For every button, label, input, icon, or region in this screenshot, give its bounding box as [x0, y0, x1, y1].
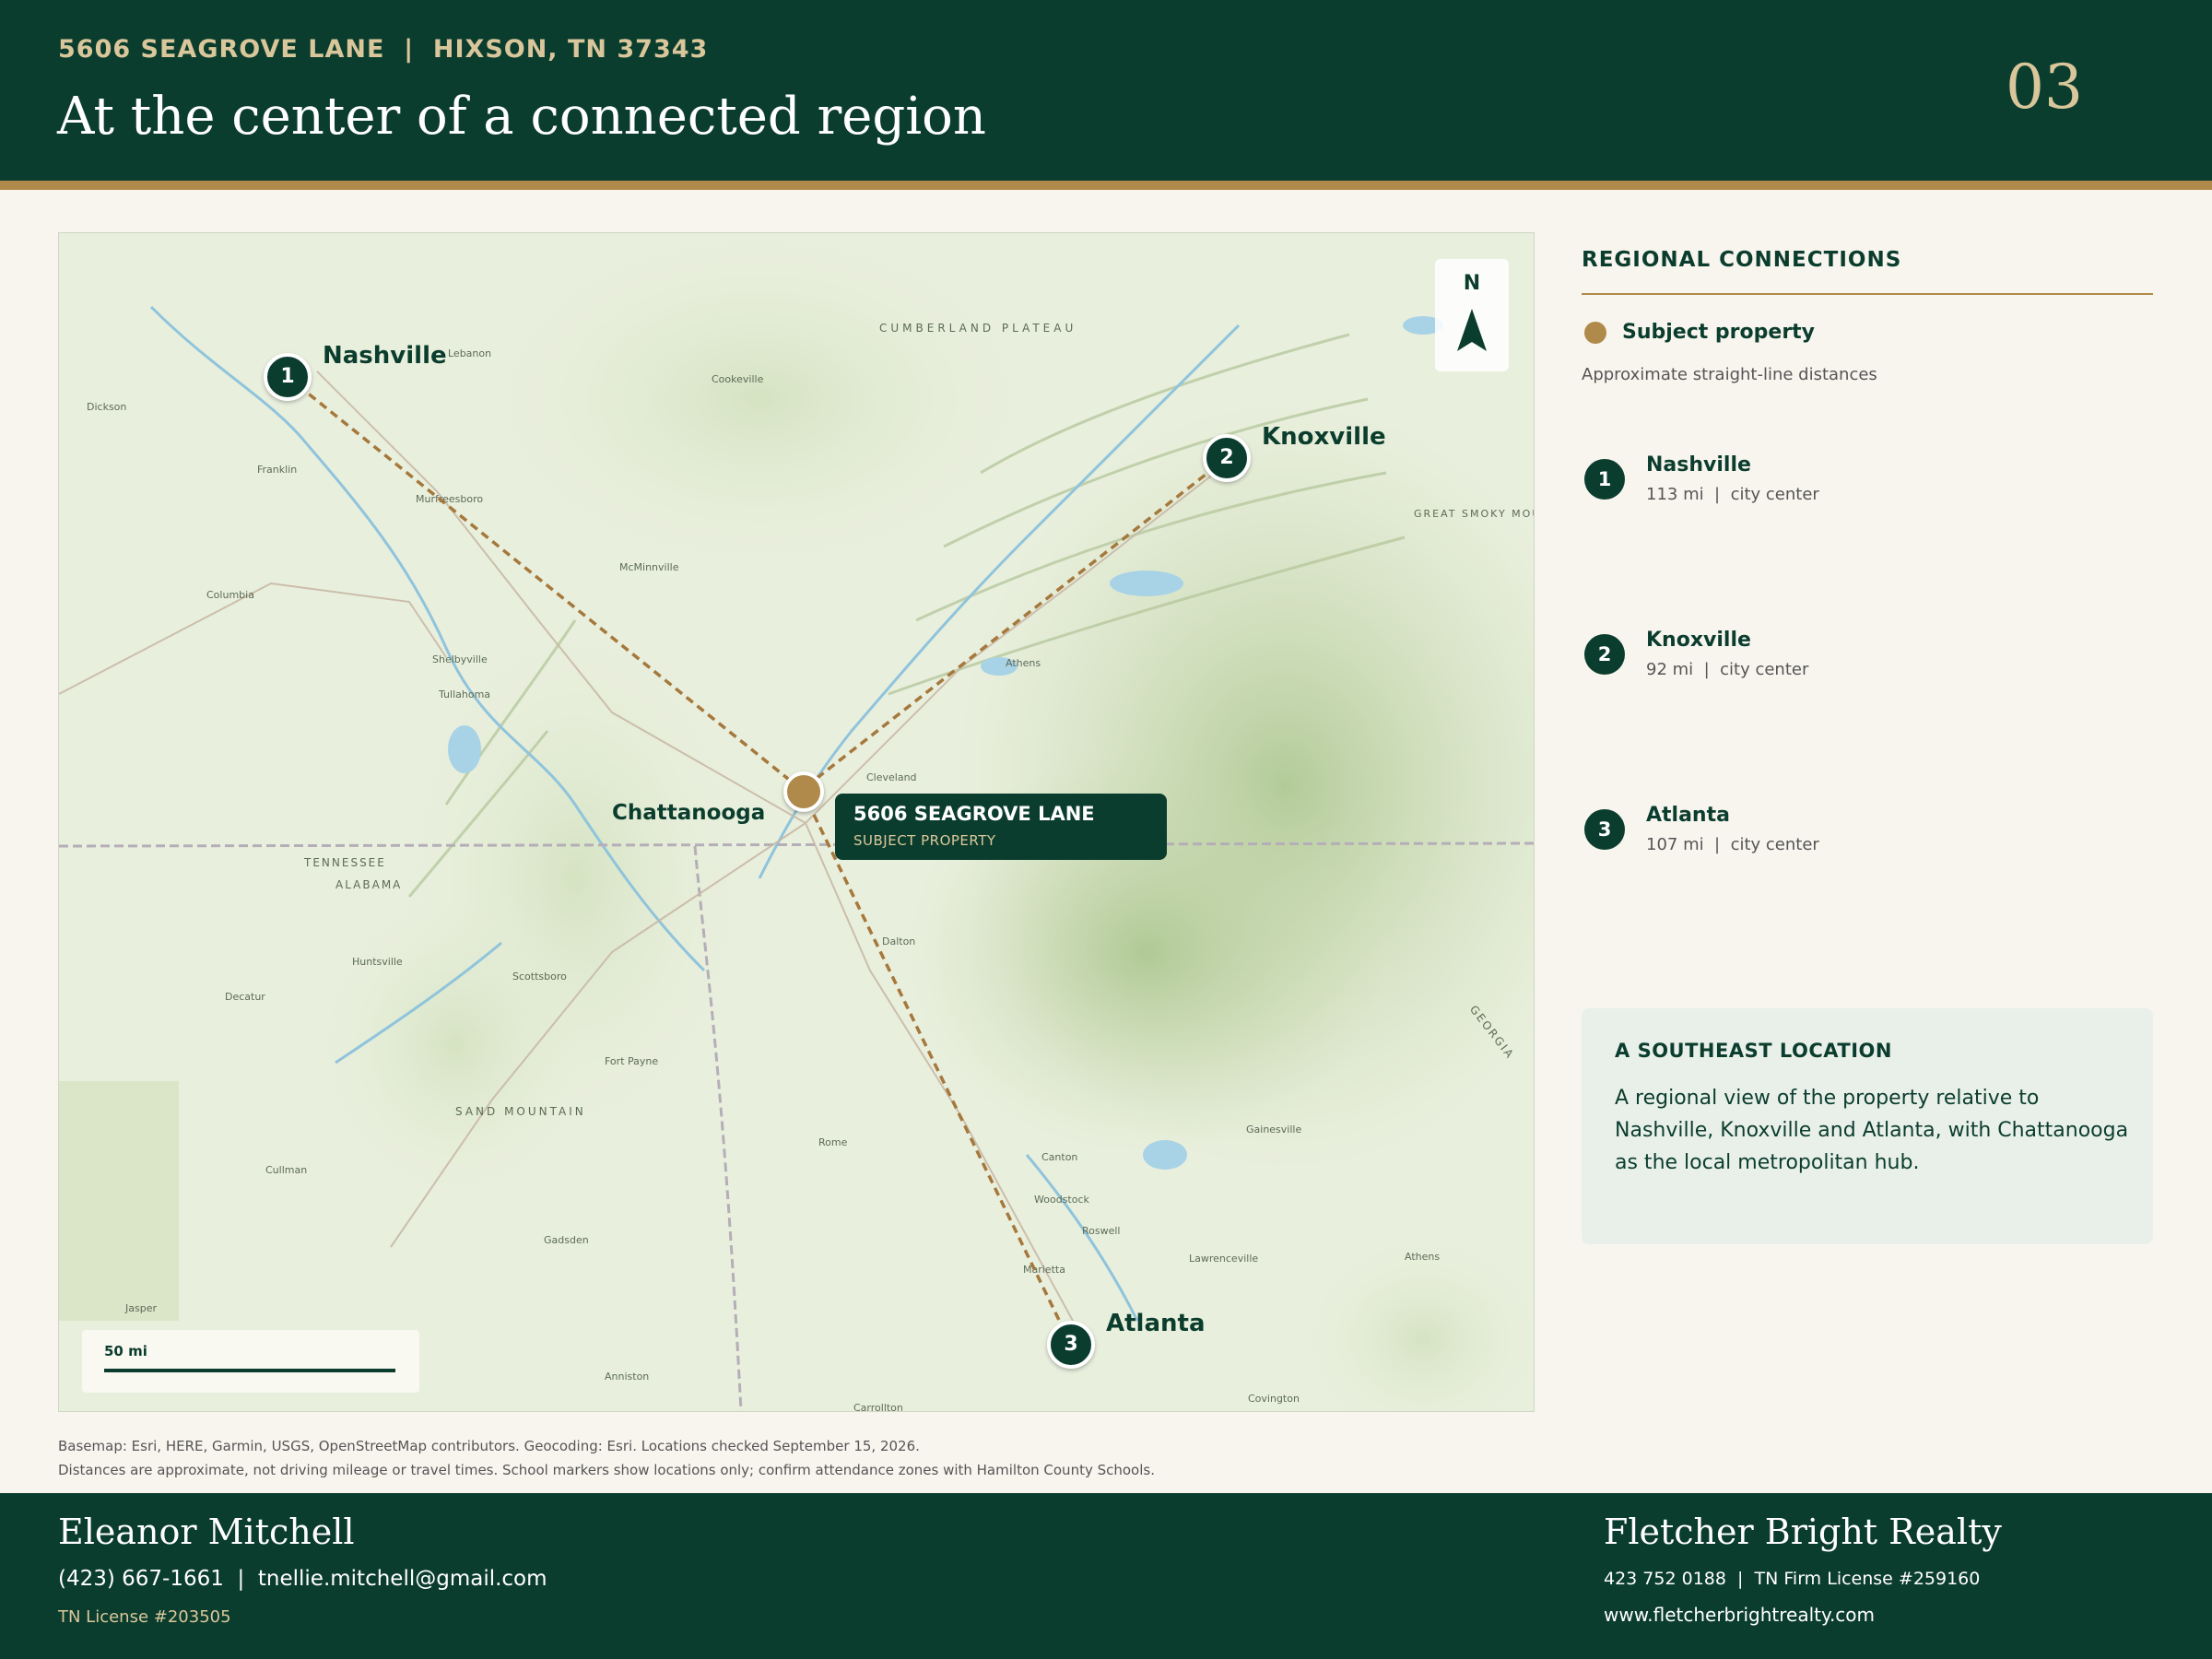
destination-item-nashville[interactable]: 1 Nashville 113 mi | city center	[1582, 453, 2153, 546]
credits-line-2: Distances are approximate, not driving m…	[58, 1462, 1155, 1478]
destination-detail: 107 mi | city center	[1646, 835, 1819, 854]
map-credits: Basemap: Esri, HERE, Garmin, USGS, OpenS…	[58, 1434, 1155, 1482]
map-label-athens-ga: Athens	[1405, 1251, 1441, 1263]
national-forest-area	[59, 1081, 179, 1321]
agent-license: TN License #203505	[58, 1607, 231, 1627]
scale-label: 50 mi	[104, 1343, 147, 1359]
map-label-jasper: Jasper	[125, 1302, 157, 1314]
sand-mountain-terrain	[308, 878, 603, 1210]
map-label-athens: Athens	[1006, 657, 1041, 669]
state-label-tennessee: TENNESSEE	[304, 856, 386, 869]
scale-bar: 50 mi	[82, 1330, 419, 1393]
map-label-cullman: Cullman	[265, 1164, 308, 1176]
credits-line-1: Basemap: Esri, HERE, Garmin, USGS, OpenS…	[58, 1438, 920, 1454]
subject-property-callout[interactable]: 5606 SEAGROVE LANE SUBJECT PROPERTY	[835, 794, 1167, 860]
state-label-alabama: ALABAMA	[335, 878, 403, 891]
map-label-lawrenceville: Lawrenceville	[1189, 1253, 1259, 1265]
destination-number: 2	[1584, 634, 1625, 675]
map-label-carrollton: Carrollton	[853, 1402, 903, 1412]
map-label-cleveland: Cleveland	[866, 771, 917, 783]
map-label-dalton: Dalton	[882, 935, 916, 947]
map-label-decatur: Decatur	[225, 991, 265, 1003]
map-label-woodstock: Woodstock	[1034, 1194, 1089, 1206]
header-band: 5606 SEAGROVE LANE | HIXSON, TN 37343 At…	[0, 0, 2212, 181]
header-accent-rule	[0, 181, 2212, 190]
region-label-great-smoky-mountains: GREAT SMOKY MOUNTAINS	[1414, 508, 1534, 520]
agent-name: Eleanor Mitchell	[58, 1512, 355, 1552]
map-label-covington: Covington	[1248, 1393, 1300, 1405]
map-label-tullahoma: Tullahoma	[439, 688, 491, 700]
city-label-atlanta: Atlanta	[1106, 1310, 1206, 1337]
legend-label: Subject property	[1622, 321, 1816, 344]
callout-subtitle: SUBJECT PROPERTY	[853, 832, 996, 849]
destination-name: Knoxville	[1646, 629, 1751, 652]
map-label-gainesville: Gainesville	[1246, 1124, 1302, 1135]
city-label-chattanooga: Chattanooga	[612, 801, 766, 825]
map-label-murfreesboro: Murfreesboro	[416, 493, 484, 505]
destination-number: 3	[1584, 809, 1625, 850]
destination-item-knoxville[interactable]: 2 Knoxville 92 mi | city center	[1582, 629, 2153, 721]
city-label-nashville: Nashville	[323, 342, 447, 370]
page-number: 03	[2006, 52, 2083, 123]
destination-number: 1	[1584, 459, 1625, 500]
legend-note: Approximate straight-line distances	[1582, 365, 1877, 384]
map-label-shelbyville: Shelbyville	[432, 653, 488, 665]
map-label-dickson: Dickson	[87, 401, 127, 413]
map-label-huntsville: Huntsville	[352, 956, 403, 968]
north-arrow-icon	[1457, 309, 1487, 351]
map-label-franklin: Franklin	[257, 464, 298, 476]
city-label-knoxville: Knoxville	[1262, 423, 1386, 451]
region-label-cumberland-plateau: CUMBERLAND PLATEAU	[879, 322, 1077, 335]
footer-band: Eleanor Mitchell (423) 667-1661 | tnelli…	[0, 1493, 2212, 1659]
region-label-sand-mountain: SAND MOUNTAIN	[455, 1105, 586, 1118]
page-title: At the center of a connected region	[57, 87, 986, 147]
destination-item-atlanta[interactable]: 3 Atlanta 107 mi | city center	[1582, 804, 2153, 896]
destination-name: Atlanta	[1646, 804, 1730, 827]
destination-detail: 92 mi | city center	[1646, 660, 1809, 679]
map-label-lebanon: Lebanon	[448, 347, 492, 359]
regional-map[interactable]: TENNESSEE ALABAMA GEORGIA CUMBERLAND PLA…	[58, 232, 1535, 1412]
city-marker-knoxville[interactable]: 2	[1203, 434, 1251, 482]
panel-heading: REGIONAL CONNECTIONS	[1582, 248, 1902, 272]
map-label-fort-payne: Fort Payne	[605, 1055, 659, 1067]
map-label-anniston: Anniston	[605, 1371, 650, 1382]
map-label-scottsboro: Scottsboro	[512, 971, 567, 982]
info-body: A regional view of the property relative…	[1615, 1087, 2129, 1174]
destination-name: Nashville	[1646, 453, 1751, 477]
brokerage-name: Fletcher Bright Realty	[1604, 1512, 2002, 1552]
north-arrow: N	[1435, 259, 1509, 371]
property-address: 5606 SEAGROVE LANE | HIXSON, TN 37343	[58, 35, 709, 64]
map-label-cookeville: Cookeville	[712, 373, 764, 385]
subject-property-marker[interactable]	[783, 771, 824, 812]
map-label-columbia: Columbia	[206, 589, 254, 601]
scale-line	[104, 1369, 395, 1372]
brokerage-website-link[interactable]: www.fletcherbrightrealty.com	[1604, 1604, 1875, 1626]
map-label-marietta: Marietta	[1023, 1264, 1065, 1276]
map-label-mcminnville: McMinnville	[619, 561, 679, 573]
agent-contact[interactable]: (423) 667-1661 | tnellie.mitchell@gmail.…	[58, 1567, 547, 1591]
city-marker-atlanta[interactable]: 3	[1047, 1321, 1095, 1369]
callout-title: 5606 SEAGROVE LANE	[853, 803, 1095, 825]
map-label-canton: Canton	[1041, 1151, 1078, 1163]
brokerage-contact: 423 752 0188 | TN Firm License #259160	[1604, 1569, 1981, 1589]
map-label-rome: Rome	[818, 1136, 848, 1148]
map-label-gadsden: Gadsden	[544, 1234, 589, 1246]
city-marker-nashville[interactable]: 1	[264, 353, 312, 401]
info-title: A SOUTHEAST LOCATION	[1615, 1040, 1892, 1062]
destination-detail: 113 mi | city center	[1646, 485, 1819, 504]
map-label-roswell: Roswell	[1082, 1225, 1121, 1237]
panel-divider	[1582, 293, 2153, 295]
basemap	[59, 233, 1534, 1411]
southeast-location-info: A SOUTHEAST LOCATION A regional view of …	[1582, 1008, 2153, 1244]
subject-property-legend-icon	[1584, 322, 1606, 344]
